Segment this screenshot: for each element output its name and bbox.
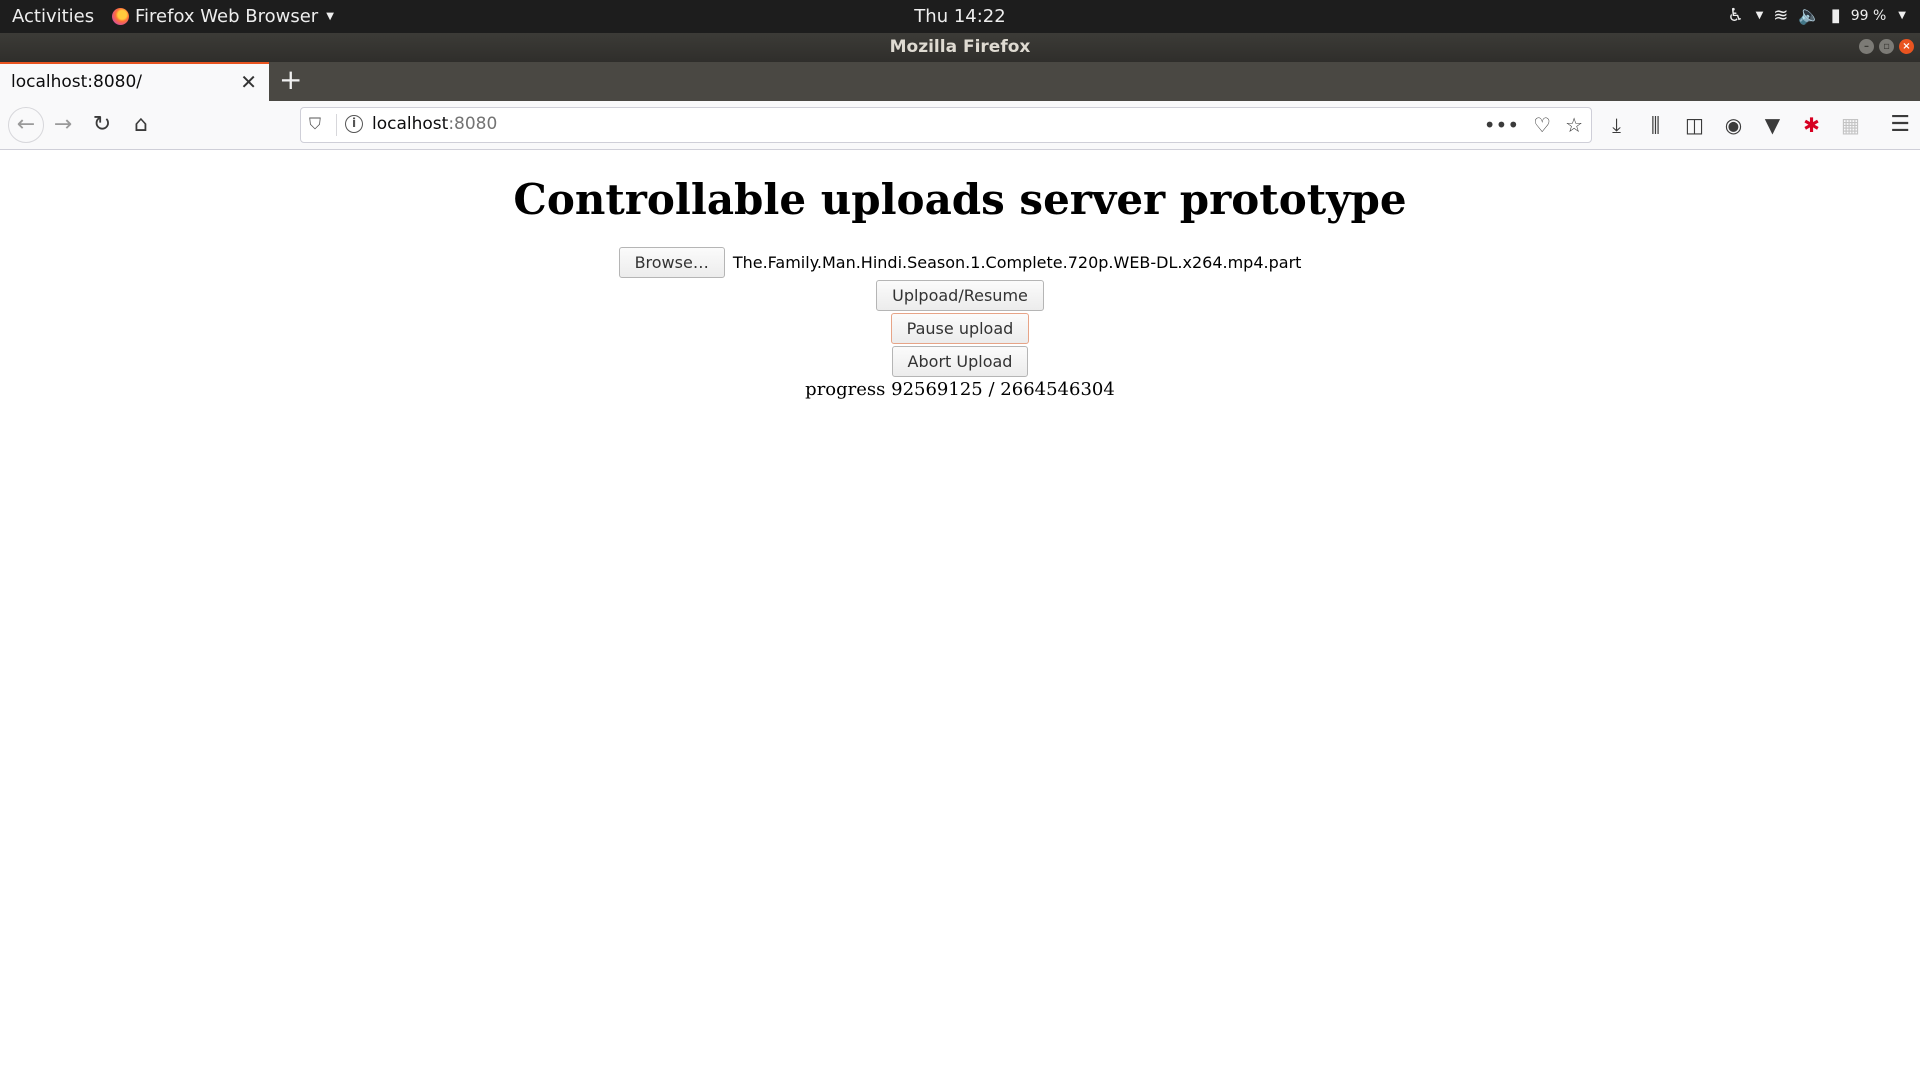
library-icon[interactable]: ⫼ [1642, 111, 1669, 139]
tracking-shield-icon[interactable]: ⛉ [309, 114, 321, 134]
maximize-button[interactable]: ▫ [1879, 39, 1894, 54]
wifi-icon: ≋ [1773, 5, 1789, 26]
selected-file-name: The.Family.Man.Hindi.Season.1.Complete.7… [732, 253, 1302, 272]
url-text[interactable]: localhost:8080 [372, 114, 497, 134]
app-menu-label: Firefox Web Browser [135, 6, 319, 27]
battery-icon: ▮ [1830, 5, 1841, 26]
browse-button[interactable]: Browse… [618, 247, 725, 278]
account-icon[interactable]: ◉ [1720, 111, 1747, 139]
file-input[interactable]: Browse… The.Family.Man.Hindi.Season.1.Co… [0, 247, 1920, 278]
bookmark-star-icon[interactable]: ☆ [1565, 113, 1583, 137]
divider [336, 114, 337, 136]
caret-down-icon: ▼ [1898, 10, 1906, 21]
page-actions-icon[interactable]: ••• [1484, 113, 1519, 137]
volume-muted-icon: 🔈 [1798, 5, 1821, 26]
extension-red-icon[interactable]: ✱ [1798, 111, 1825, 139]
minimize-button[interactable]: – [1859, 39, 1874, 54]
tab-title: localhost:8080/ [11, 72, 143, 92]
new-tab-button[interactable]: + [279, 64, 302, 96]
system-tray[interactable]: ♿ ▼ ≋ 🔈 ▮ 99 % ▼ [1727, 5, 1906, 26]
page-title: Controllable uploads server prototype [513, 175, 1407, 224]
pause-upload-button[interactable]: Pause upload [890, 313, 1030, 344]
caret-down-icon: ▼ [326, 11, 334, 22]
downloads-icon[interactable]: ⤓ [1603, 111, 1630, 139]
url-bar[interactable]: ⛉ i localhost:8080 ••• ♡ ☆ [300, 107, 1592, 143]
extension-placeholder-icon[interactable]: ▦ [1837, 111, 1864, 139]
window-title: Mozilla Firefox [889, 37, 1031, 57]
clock[interactable]: Thu 14:22 [914, 6, 1005, 27]
extension-v-icon[interactable]: ▼ [1759, 111, 1786, 139]
navigation-toolbar: ← → ↻ ⌂ ⛉ i localhost:8080 ••• ♡ ☆ ⤓ ⫼ ◫… [0, 101, 1920, 150]
sidebar-icon[interactable]: ◫ [1681, 111, 1708, 139]
site-info-icon[interactable]: i [345, 115, 363, 133]
activities-button[interactable]: Activities [12, 6, 94, 27]
firefox-icon [112, 8, 129, 25]
pocket-icon[interactable]: ♡ [1533, 113, 1551, 137]
progress-text: progress 92569125/2664546304 [805, 379, 1115, 400]
abort-upload-button[interactable]: Abort Upload [891, 346, 1029, 377]
accessibility-icon[interactable]: ♿ [1727, 5, 1743, 26]
back-button[interactable]: ← [8, 107, 44, 143]
app-menu[interactable]: Firefox Web Browser ▼ [112, 6, 334, 27]
reload-button[interactable]: ↻ [88, 111, 116, 139]
close-tab-icon[interactable]: ✕ [240, 70, 257, 94]
page-content: Controllable uploads server prototype Br… [0, 151, 1920, 1080]
forward-button[interactable]: → [49, 111, 77, 139]
system-top-bar: Activities Firefox Web Browser ▼ Thu 14:… [0, 0, 1920, 33]
tab-strip: localhost:8080/ ✕ + [0, 62, 1920, 101]
tab-localhost[interactable]: localhost:8080/ ✕ [0, 62, 269, 101]
close-window-button[interactable]: × [1899, 39, 1914, 54]
battery-level: 99 % [1850, 7, 1887, 24]
window-titlebar[interactable]: Mozilla Firefox – ▫ × [0, 33, 1920, 62]
upload-resume-button[interactable]: Uplpoad/Resume [876, 280, 1044, 311]
hamburger-menu-icon[interactable]: ☰ [1890, 111, 1910, 139]
caret-down-icon: ▼ [1755, 10, 1764, 21]
home-button[interactable]: ⌂ [127, 111, 155, 139]
